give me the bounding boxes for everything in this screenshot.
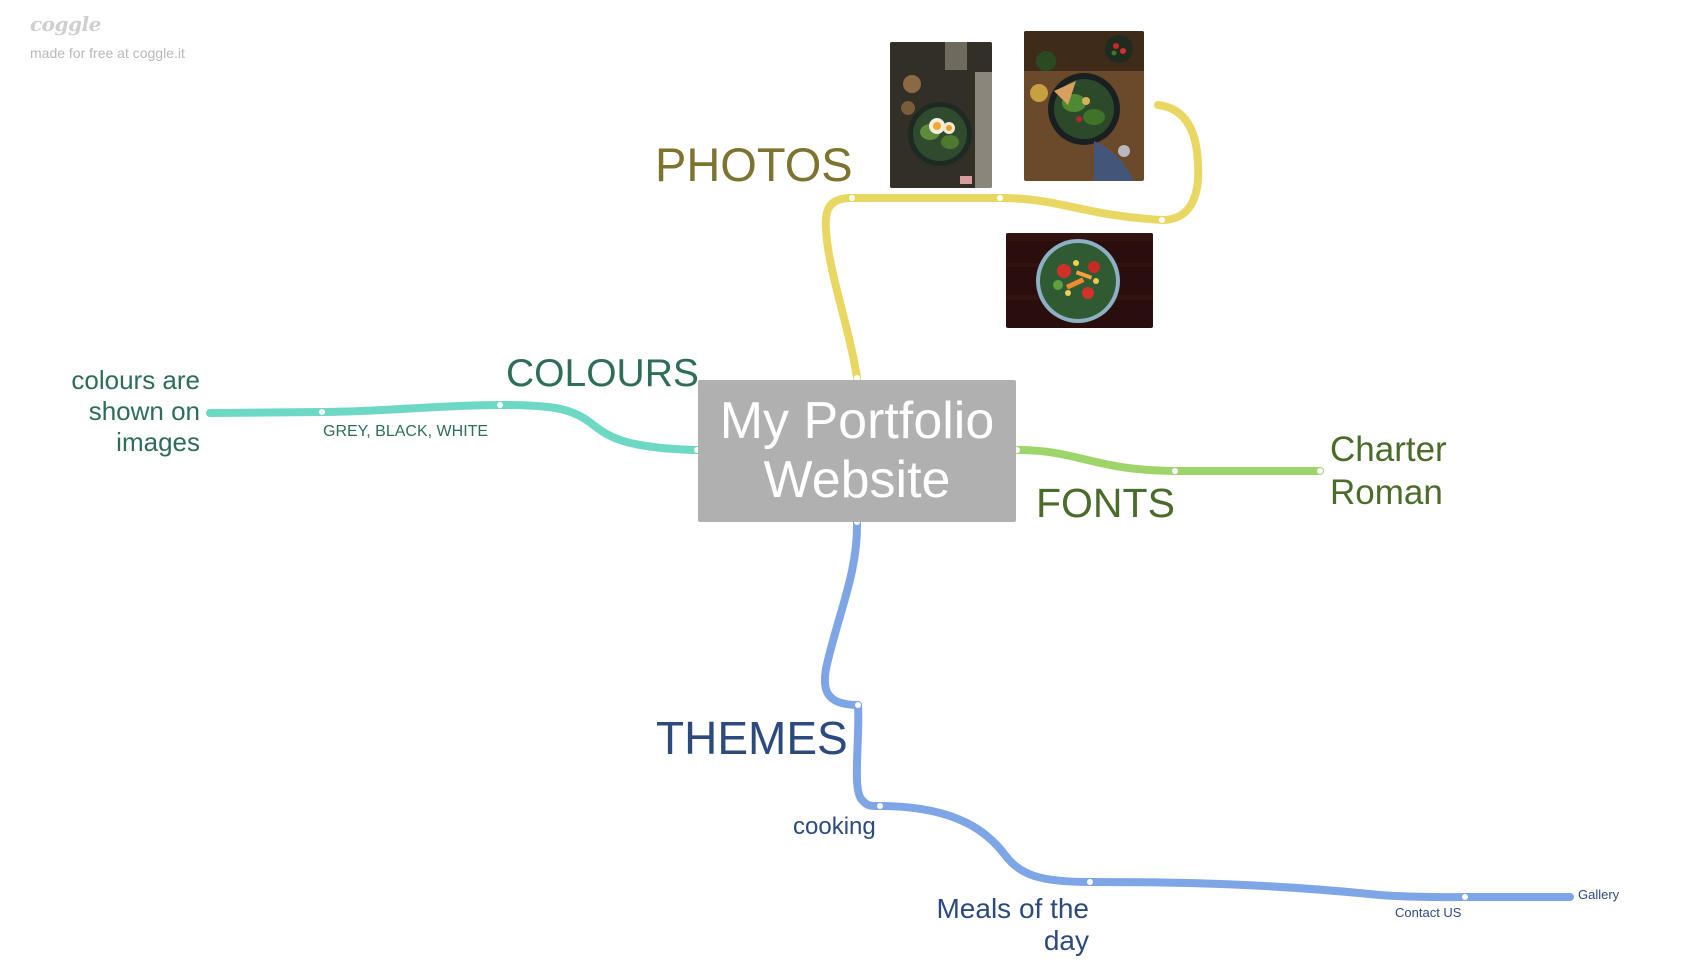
node-grey-black-white[interactable]: GREY, BLACK, WHITE: [323, 423, 488, 441]
food-photo-salad-table[interactable]: [1024, 31, 1144, 181]
node-charter-roman[interactable]: Charter Roman: [1330, 428, 1447, 514]
branch-photos-label[interactable]: PHOTOS: [655, 137, 853, 192]
connector-meals-contact-gallery: [1086, 878, 1574, 902]
connector-cooking-meals: [876, 802, 1094, 886]
food-photo-salad-dark[interactable]: [1006, 233, 1153, 328]
connector-root-fonts: [1013, 446, 1324, 475]
node-gallery[interactable]: Gallery: [1578, 887, 1619, 902]
coggle-watermark-text[interactable]: made for free at coggle.it: [30, 45, 185, 61]
connector-root-themes: [820, 518, 862, 709]
branch-themes-label[interactable]: THEMES: [656, 711, 848, 765]
branch-fonts-label[interactable]: FONTS: [1036, 480, 1175, 527]
node-meals-of-the-day[interactable]: Meals of the day: [936, 893, 1089, 957]
connector-root-colours: [496, 401, 701, 454]
node-colours-shown-on-images[interactable]: colours are shown on images: [71, 365, 200, 458]
connector-themes-cooking: [852, 701, 884, 811]
node-contact-us[interactable]: Contact US: [1395, 905, 1461, 920]
connector-root-photos: [821, 194, 861, 382]
connector-colours-children: [206, 401, 504, 417]
branch-colours-label[interactable]: COLOURS: [506, 352, 699, 396]
root-node-title[interactable]: My Portfolio Website: [698, 380, 1016, 522]
node-cooking[interactable]: cooking: [793, 813, 876, 841]
coggle-logo[interactable]: coggle: [30, 12, 101, 36]
food-photo-egg-bowl[interactable]: [890, 42, 992, 188]
